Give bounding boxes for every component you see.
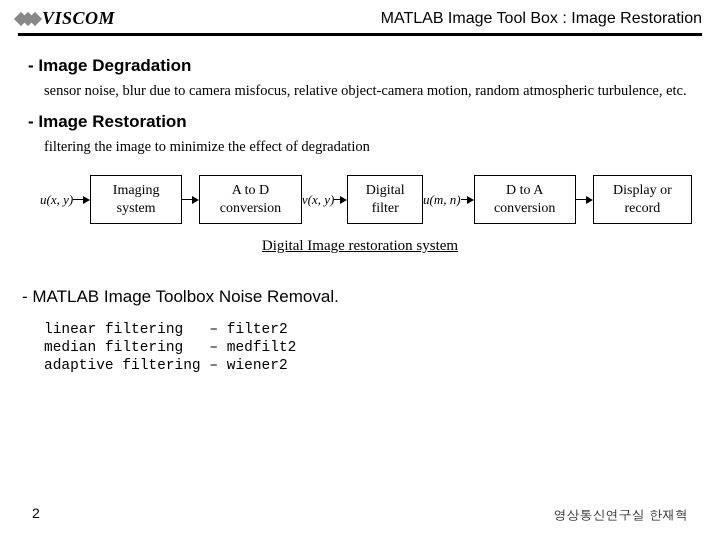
filter-row: linear filtering – filter2	[44, 322, 288, 338]
flow-box-imaging: Imaging system	[90, 175, 182, 224]
flow-box-filter: Digital filter	[347, 175, 423, 224]
flow-mid1-label: v(x, y)	[302, 192, 334, 208]
flow-caption: Digital Image restoration system	[28, 238, 692, 255]
arrow-icon	[461, 196, 474, 204]
footer-credit: 영상통신연구실 한재혁	[554, 505, 688, 524]
section1-heading: - Image Degradation	[28, 56, 692, 76]
flow-box-dtoa: D to A conversion	[474, 175, 576, 224]
logo: VISCOM	[18, 8, 115, 29]
header: VISCOM MATLAB Image Tool Box : Image Res…	[0, 0, 720, 29]
section2-body: filtering the image to minimize the effe…	[44, 138, 692, 158]
section2-heading: - Image Restoration	[28, 112, 692, 132]
page-number: 2	[32, 505, 40, 524]
filter-row: median filtering – medfilt2	[44, 340, 296, 356]
flow-mid2-label: u(m, n)	[423, 192, 461, 208]
arrow-icon	[334, 196, 347, 204]
flow-box-atod: A to D conversion	[199, 175, 302, 224]
flow-diagram: u(x, y) Imaging system A to D conversion…	[40, 175, 692, 224]
section3-heading: - MATLAB Image Toolbox Noise Removal.	[22, 287, 692, 307]
logo-text: VISCOM	[42, 8, 115, 29]
logo-diamonds-icon	[18, 12, 38, 26]
section1-body: sensor noise, blur due to camera misfocu…	[44, 82, 692, 102]
filters-list: linear filtering – filter2 median filter…	[44, 321, 692, 375]
footer: 2 영상통신연구실 한재혁	[0, 505, 720, 524]
filter-row: adaptive filtering – wiener2	[44, 358, 288, 374]
content: - Image Degradation sensor noise, blur d…	[0, 36, 720, 376]
flow-input-label: u(x, y)	[40, 192, 73, 208]
arrow-icon	[576, 196, 593, 204]
page-title: MATLAB Image Tool Box : Image Restoratio…	[381, 10, 702, 28]
arrow-icon	[73, 196, 90, 204]
arrow-icon	[182, 196, 199, 204]
flow-box-display: Display or record	[593, 175, 692, 224]
